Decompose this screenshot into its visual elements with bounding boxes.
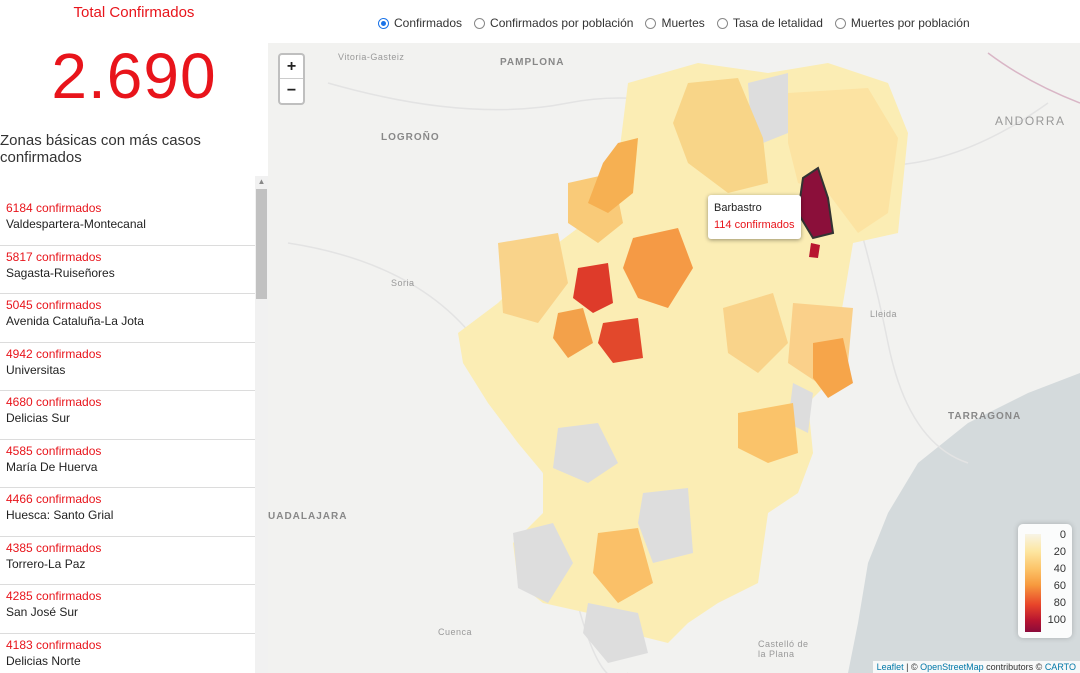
list-item-count: 4942 confirmados [6,346,102,361]
list-item-count: 5817 confirmados [6,249,102,264]
legend-label: 20 [1053,546,1066,558]
list-item-count: 4680 confirmados [6,395,102,409]
list-item[interactable]: 5045 confirmados Avenida Cataluña-La Jot… [0,294,255,343]
list-item-name: Universitas [6,362,66,377]
place-label: Lleida [870,309,898,319]
list-item[interactable]: 6184 confirmados Valdespartera-Montecana… [0,197,255,246]
list-item[interactable]: 4680 confirmados Delicias Sur [0,391,255,440]
list-item[interactable]: 4585 confirmados María De Huerva [0,440,255,488]
radio-confirmados-poblacion[interactable]: Confirmados por población [474,16,633,30]
region-tooltip: Barbastro 114 confirmados [708,195,801,239]
list-item-count: 4285 confirmados [6,589,102,603]
list-item-count: 6184 confirmados [6,201,102,215]
radio-muertes-poblacion[interactable]: Muertes por población [834,16,970,30]
list-item-name: Torrero-La Paz [6,556,86,571]
list-item-count: 4385 confirmados [6,540,102,555]
place-label: Castelló de la Plana [758,639,809,659]
place-label: UADALAJARA [268,511,348,522]
radio-button[interactable] [645,17,657,29]
list-item-name: Valdespartera-Montecanal [6,217,146,231]
list-scrollbar[interactable]: ▲ [255,176,268,673]
radio-button[interactable] [474,17,486,29]
list-item[interactable]: 4285 confirmados San José Sur [0,585,255,634]
total-title: Total Confirmados [73,4,195,21]
place-label: Soria [391,278,415,288]
radio-button-checked[interactable] [378,17,389,29]
carto-link[interactable]: CARTO [1045,662,1076,672]
legend-label: 40 [1053,563,1066,575]
list-item-name: Huesca: Santo Grial [6,508,114,522]
map-legend: 0 20 40 60 80 100 [1018,524,1072,638]
border-line [987,52,1080,104]
zoom-out-button[interactable]: − [280,79,303,103]
place-label: PAMPLONA [500,57,565,68]
legend-label: 100 [1047,614,1066,626]
tooltip-count: 114 confirmados [714,219,795,231]
list-item-name: San José Sur [6,605,79,619]
radio-label: Confirmados por población [490,16,634,30]
list-item[interactable]: 5817 confirmados Sagasta-Ruiseñores [0,246,255,294]
list-item-name: Avenida Cataluña-La Jota [6,314,144,328]
list-item-count: 5045 confirmados [6,298,102,312]
zoom-in-button[interactable]: + [280,55,303,79]
list-item-count: 4466 confirmados [6,492,102,506]
osm-link[interactable]: OpenStreetMap [920,662,984,672]
zones-list[interactable]: 6184 confirmados Valdespartera-Montecana… [0,197,255,673]
scroll-thumb[interactable] [256,189,267,299]
list-item-name: Delicias Norte [6,653,81,668]
place-label: Vitoria-Gasteiz [338,52,405,62]
list-item-name: Sagasta-Ruiseñores [6,265,115,280]
place-label: TARRAGONA [948,411,1022,422]
radio-label: Tasa de letalidad [732,16,823,30]
radio-label: Confirmados [394,16,463,30]
list-item-name: Delicias Sur [6,411,71,425]
place-label: Cuenca [438,627,473,637]
legend-color-bar [1025,534,1041,632]
summary-panel: Total Confirmados 2.690 Zonas básicas co… [0,0,268,673]
list-item-count: 4585 confirmados [6,443,102,458]
leaflet-link[interactable]: Leaflet [877,662,904,672]
list-item[interactable]: 4942 confirmados Universitas [0,343,255,391]
choropleth-map[interactable]: Vitoria-Gasteiz PAMPLONA LOGROÑO ANDORRA… [268,43,1080,673]
list-item-name: María De Huerva [6,459,98,474]
metric-selector: Confirmados Confirmados por población Mu… [378,14,970,32]
tooltip-name: Barbastro [714,202,762,214]
attribution-separator: | © [903,662,921,672]
radio-muertes[interactable]: Muertes [645,16,705,30]
legend-label: 0 [1059,529,1066,541]
radio-confirmados[interactable]: Confirmados [378,16,462,30]
zoom-control: + − [278,53,305,105]
list-item[interactable]: 4183 confirmados Delicias Norte [0,634,255,673]
total-value: 2.690 [51,40,217,112]
radio-label: Muertes [661,16,705,30]
zones-title: Zonas básicas con más casos confirmados [0,132,201,166]
radio-button[interactable] [834,17,846,29]
list-item[interactable]: 4385 confirmados Torrero-La Paz [0,537,255,585]
scroll-up-arrow-icon[interactable]: ▲ [255,176,268,188]
radio-label: Muertes por población [850,16,970,30]
legend-label: 80 [1053,597,1066,609]
legend-label: 60 [1053,580,1066,592]
radio-tasa-letalidad[interactable]: Tasa de letalidad [716,16,823,30]
map-attribution: Leaflet | © OpenStreetMap contributors ©… [872,661,1080,673]
list-item-count: 4183 confirmados [6,637,102,652]
attribution-text: contributors © [983,662,1045,672]
place-label: LOGROÑO [381,132,440,143]
list-item[interactable]: 4466 confirmados Huesca: Santo Grial [0,488,255,537]
place-label: ANDORRA [995,114,1066,128]
radio-button[interactable] [716,17,728,29]
